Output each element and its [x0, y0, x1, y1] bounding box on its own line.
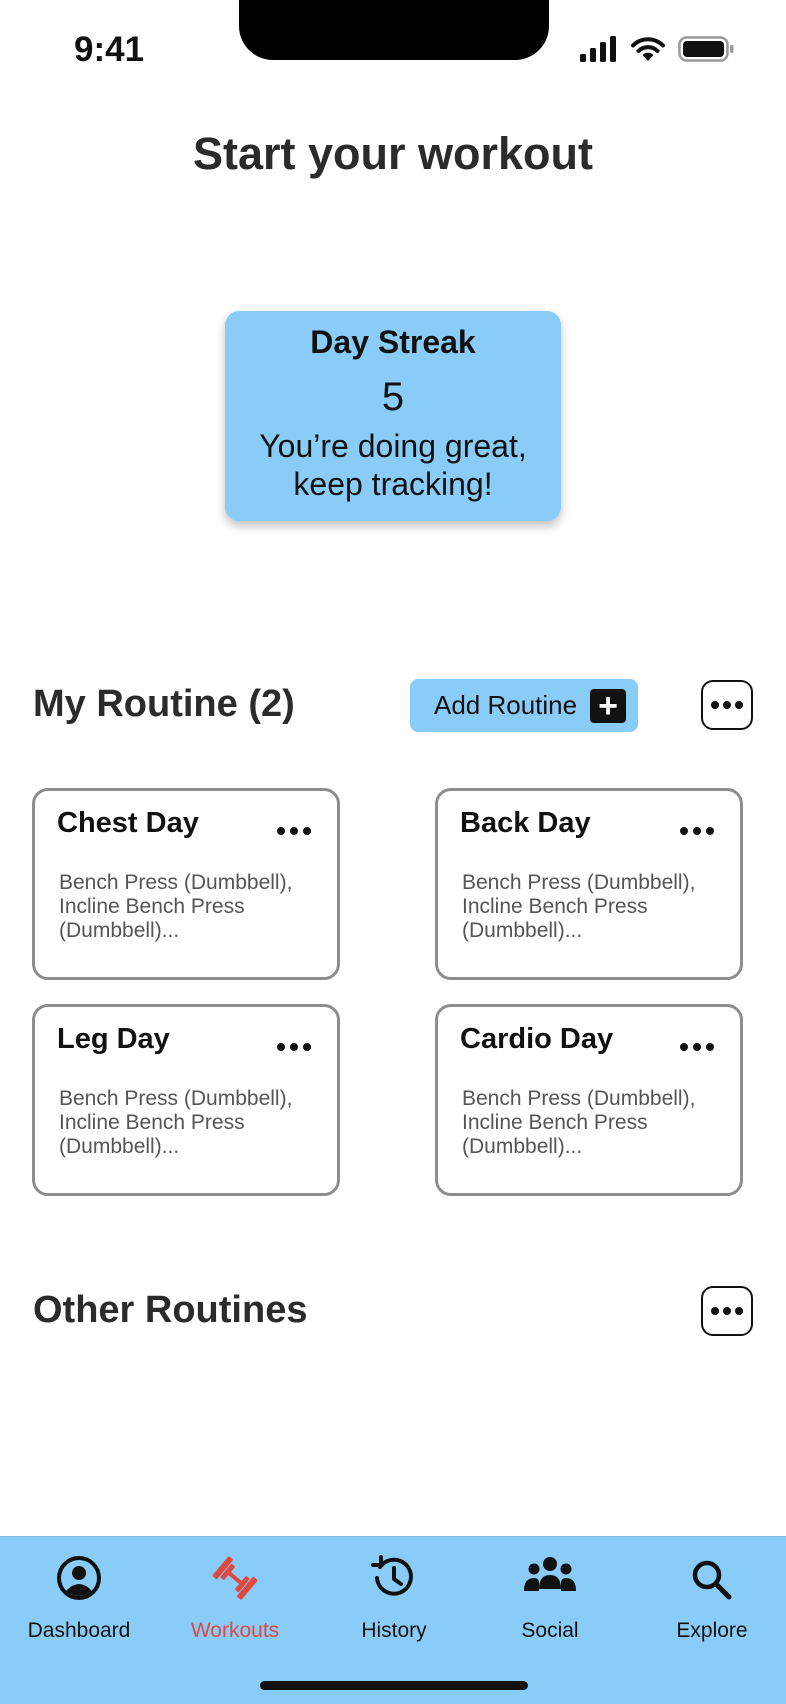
routine-exercises: Bench Press (Dumbbell), Incline Bench Pr… [462, 871, 696, 942]
status-icons [580, 36, 734, 62]
nav-workouts[interactable]: Workouts [160, 1551, 310, 1643]
group-icon [524, 1557, 576, 1591]
more-dot [723, 701, 731, 709]
status-time: 9:41 [74, 30, 145, 69]
nav-label: Social [521, 1619, 579, 1642]
routine-exercises: Bench Press (Dumbbell), Incline Bench Pr… [59, 871, 293, 942]
routine-card-cardio-day[interactable]: Cardio Day Bench Press (Dumbbell), Incli… [435, 1004, 743, 1196]
more-dot [735, 1307, 743, 1315]
routine-card-chest-day[interactable]: Chest Day Bench Press (Dumbbell), Inclin… [32, 788, 340, 980]
routine-name: Back Day [460, 807, 591, 839]
device-notch [239, 0, 549, 60]
home-indicator [260, 1681, 528, 1690]
more-dot [735, 701, 743, 709]
page-title: Start your workout [192, 128, 594, 179]
routine-exercises: Bench Press (Dumbbell), Incline Bench Pr… [462, 1087, 696, 1158]
wifi-icon [631, 37, 665, 61]
more-dots-icon [711, 701, 719, 709]
cellular-signal-icon [580, 36, 616, 62]
other-routines-heading: Other Routines [33, 1289, 308, 1331]
add-routine-label: Add Routine [434, 690, 578, 720]
search-icon [692, 1560, 732, 1600]
routine-card-back-day[interactable]: Back Day Bench Press (Dumbbell), Incline… [435, 788, 743, 980]
dumbbell-icon [212, 1556, 258, 1600]
more-dots-icon[interactable] [680, 1043, 714, 1051]
nav-label: Workouts [190, 1619, 280, 1642]
nav-explore[interactable]: Explore [637, 1551, 786, 1643]
nav-dashboard[interactable]: Dashboard [4, 1551, 154, 1643]
history-icon [371, 1555, 413, 1596]
more-dots-icon [711, 1307, 719, 1315]
bottom-nav: Dashboard Workouts History Social Explor… [0, 1536, 786, 1704]
more-dots-icon[interactable] [277, 1043, 311, 1051]
nav-label: Dashboard [27, 1619, 131, 1642]
routine-name: Leg Day [57, 1023, 170, 1055]
streak-message: You’re doing great, keep tracking! [259, 428, 527, 502]
more-dots-icon[interactable] [680, 827, 714, 835]
battery-icon [678, 36, 734, 62]
add-routine-button[interactable]: Add Routine + [410, 679, 638, 732]
routine-card-leg-day[interactable]: Leg Day Bench Press (Dumbbell), Incline … [32, 1004, 340, 1196]
more-dot [723, 1307, 731, 1315]
routine-exercises: Bench Press (Dumbbell), Incline Bench Pr… [59, 1087, 293, 1158]
nav-social[interactable]: Social [475, 1551, 625, 1643]
nav-history[interactable]: History [319, 1551, 469, 1643]
streak-title: Day Streak [310, 324, 476, 360]
nav-label: History [361, 1619, 427, 1642]
my-routine-heading: My Routine (2) [33, 683, 295, 725]
plus-icon: + [590, 689, 626, 723]
routine-name: Chest Day [57, 807, 199, 839]
workout-screen: 9:41 Start your workout Day Streak 5 You… [0, 0, 786, 1704]
user-circle-icon [57, 1556, 101, 1600]
routine-name: Cardio Day [460, 1023, 614, 1055]
other-routines-more-button[interactable] [701, 1286, 753, 1336]
nav-label: Explore [676, 1619, 748, 1642]
streak-count: 5 [381, 375, 405, 419]
day-streak-card: Day Streak 5 You’re doing great, keep tr… [225, 311, 561, 521]
more-dots-icon[interactable] [277, 827, 311, 835]
my-routine-more-button[interactable] [701, 680, 753, 730]
